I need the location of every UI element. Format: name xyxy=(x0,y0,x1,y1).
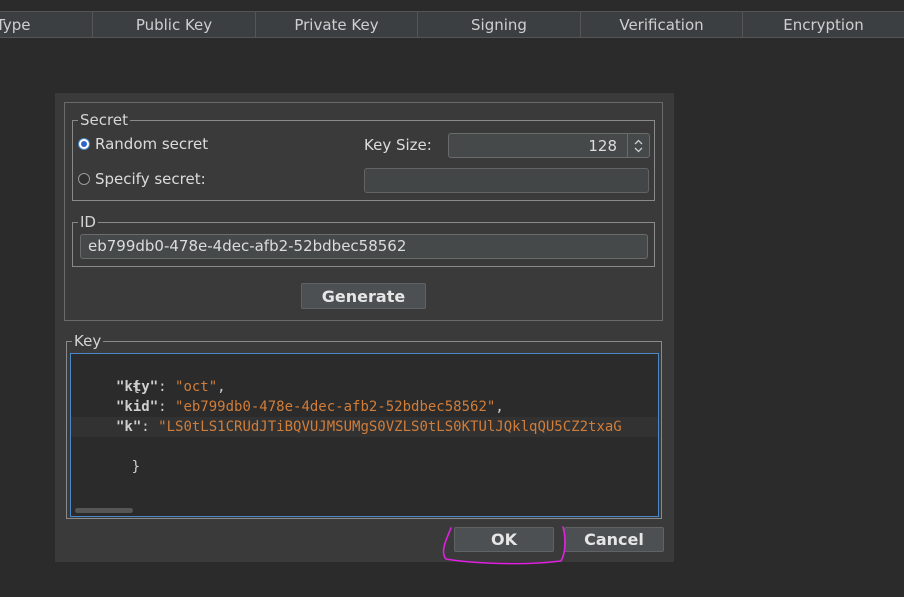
id-input[interactable]: eb799db0-478e-4dec-afb2-52bdbec58562 xyxy=(80,234,648,259)
column-header-type[interactable]: Type xyxy=(0,12,93,37)
horizontal-scrollbar[interactable] xyxy=(75,508,133,513)
key-json-editor[interactable]: { "kty": "oct", "kid": "eb799db0-478e-4d… xyxy=(70,353,659,517)
column-header-public-key-label: Public Key xyxy=(135,15,213,34)
json-line-k: "k": "LS0tLS1CRUdJTiBQVUJMSUMgS0VZLS0tLS… xyxy=(71,417,658,437)
chevron-down-icon[interactable] xyxy=(634,147,643,153)
chevron-up-icon[interactable] xyxy=(634,139,643,145)
json-kid-key: "kid" xyxy=(116,399,159,415)
random-secret-option[interactable]: Random secret xyxy=(78,135,208,153)
generate-button[interactable]: Generate xyxy=(301,283,426,309)
json-line-close: } xyxy=(71,437,658,475)
random-secret-radio[interactable] xyxy=(78,138,90,150)
generator-panel: Secret Random secret Key Size: 128 Speci… xyxy=(64,102,663,321)
column-header-verification-label: Verification xyxy=(619,15,704,34)
json-kid-value: "eb799db0-478e-4dec-afb2-52bdbec58562" xyxy=(175,399,496,415)
secret-group: Secret Random secret Key Size: 128 Speci… xyxy=(72,111,655,201)
json-kty-value: "oct" xyxy=(175,379,218,395)
column-header-type-label: Type xyxy=(0,15,31,34)
json-kty-key: "kty" xyxy=(116,379,159,395)
specify-secret-input[interactable] xyxy=(364,168,649,193)
key-size-label: Key Size: xyxy=(364,136,432,154)
cancel-button[interactable]: Cancel xyxy=(564,527,664,552)
json-k-value: "LS0tLS1CRUdJTiBQVUJMSUMgS0VZLS0tLS0KTUl… xyxy=(158,419,622,435)
json-k-key: "k" xyxy=(116,419,142,435)
secret-group-title: Secret xyxy=(78,111,130,129)
json-line-kid: "kid": "eb799db0-478e-4dec-afb2-52bdbec5… xyxy=(116,399,504,415)
column-header-verification[interactable]: Verification xyxy=(581,12,743,37)
json-line-kty: "kty": "oct", xyxy=(116,379,226,395)
spinner-arrows[interactable] xyxy=(627,134,649,157)
specify-secret-label: Specify secret: xyxy=(95,170,206,188)
column-header-signing[interactable]: Signing xyxy=(418,12,581,37)
column-header-encryption-label: Encryption xyxy=(783,15,864,34)
id-group-title: ID xyxy=(78,213,98,231)
json-close-brace: } xyxy=(131,459,141,475)
column-header-encryption[interactable]: Encryption xyxy=(743,12,904,37)
column-header-private-key[interactable]: Private Key xyxy=(256,12,418,37)
key-size-spinner[interactable]: 128 xyxy=(448,133,650,158)
json-line-open: { xyxy=(71,357,658,395)
specify-secret-option[interactable]: Specify secret: xyxy=(78,170,206,188)
id-group: ID eb799db0-478e-4dec-afb2-52bdbec58562 xyxy=(72,213,655,267)
ok-button[interactable]: OK xyxy=(454,527,554,552)
key-size-value: 128 xyxy=(588,137,617,155)
column-header-signing-label: Signing xyxy=(471,15,527,34)
new-key-dialog: Secret Random secret Key Size: 128 Speci… xyxy=(55,93,674,562)
specify-secret-radio[interactable] xyxy=(78,173,90,185)
table-header: Type Public Key Private Key Signing Veri… xyxy=(0,11,904,38)
key-group-title: Key xyxy=(72,332,104,350)
column-header-private-key-label: Private Key xyxy=(294,15,379,34)
column-header-public-key[interactable]: Public Key xyxy=(93,12,256,37)
random-secret-label: Random secret xyxy=(95,135,209,153)
